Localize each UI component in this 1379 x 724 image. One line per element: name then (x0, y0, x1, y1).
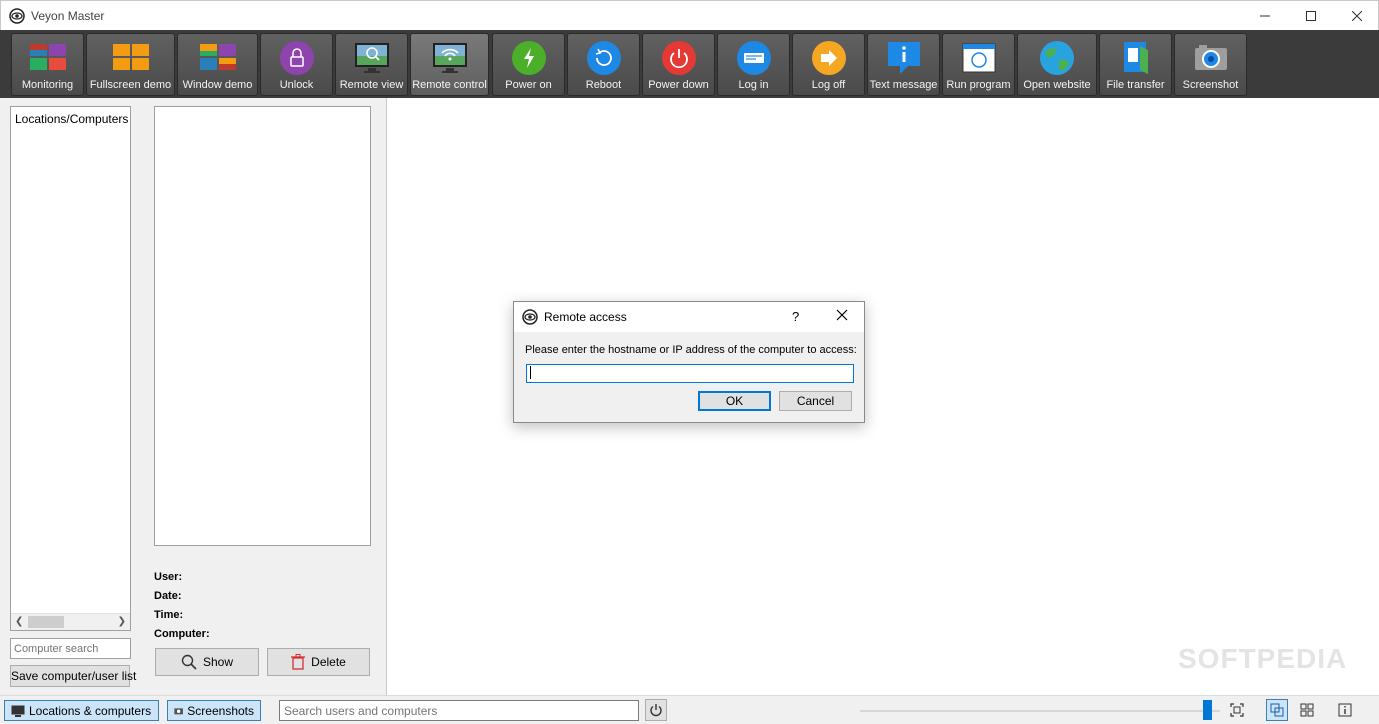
log-off-button[interactable]: Log off (792, 33, 865, 96)
search-icon (181, 654, 197, 670)
run-program-button[interactable]: Run program (942, 33, 1015, 96)
window-title: Veyon Master (31, 9, 105, 23)
text-message-button[interactable]: Text message (867, 33, 940, 96)
screenshot-list[interactable] (154, 106, 371, 546)
cancel-button[interactable]: Cancel (779, 391, 852, 411)
screenshot-button[interactable]: Screenshot (1174, 33, 1247, 96)
search-users-input[interactable] (279, 700, 639, 721)
locations-tab-label: Locations & computers (29, 703, 152, 718)
softpedia-watermark: SOFTPEDIA (1178, 643, 1348, 674)
remote-control-icon (432, 43, 467, 73)
close-icon (1352, 11, 1362, 21)
user-label: User: (154, 571, 183, 583)
tree-horizontal-scrollbar[interactable]: ❮ ❯ (11, 613, 130, 630)
monitoring-icon (29, 44, 66, 70)
reboot-button[interactable]: Reboot (567, 33, 640, 96)
window-demo-icon (199, 44, 236, 70)
minimize-button[interactable] (1242, 1, 1288, 31)
time-label: Time: (154, 609, 184, 621)
file-transfer-icon (1123, 42, 1148, 74)
close-window-button[interactable] (1334, 1, 1379, 31)
status-bar: Locations & computers Screenshots (0, 695, 1379, 724)
open-website-icon (1040, 41, 1074, 75)
locations-computers-toggle[interactable]: Locations & computers (4, 700, 159, 721)
scrollbar-thumb[interactable] (28, 616, 64, 628)
scroll-left-icon[interactable]: ❮ (15, 616, 23, 627)
help-button[interactable]: ? (792, 309, 799, 324)
camera-icon (174, 707, 183, 714)
align-computers-button[interactable] (1266, 699, 1288, 721)
dialog-prompt: Please enter the hostname or IP address … (525, 344, 857, 356)
power-down-button[interactable]: Power down (642, 33, 715, 96)
remote-view-button[interactable]: Remote view (335, 33, 408, 96)
dialog-title-bar: Remote access ? (514, 302, 864, 332)
align-icon (1270, 703, 1284, 717)
power-on-button[interactable]: Power on (492, 33, 565, 96)
date-label: Date: (154, 590, 182, 602)
power-on-icon (511, 41, 546, 75)
text-message-icon (887, 42, 920, 74)
fullscreen-demo-icon (112, 44, 149, 70)
run-program-icon (962, 43, 995, 73)
grid-icon (1300, 703, 1314, 717)
text-caret (530, 366, 531, 379)
close-icon[interactable] (834, 307, 850, 323)
locations-header: Locations/Computers (15, 112, 129, 126)
fullscreen-demo-button[interactable]: Fullscreen demo (86, 33, 175, 96)
auto-fit-button[interactable] (1226, 699, 1248, 721)
monitoring-button[interactable]: Monitoring (11, 33, 84, 96)
power-icon (650, 704, 662, 717)
window-demo-button[interactable]: Window demo (177, 33, 258, 96)
log-off-icon (811, 41, 846, 75)
file-transfer-button[interactable]: File transfer (1099, 33, 1172, 96)
screenshots-toggle[interactable]: Screenshots (167, 700, 261, 721)
open-website-button[interactable]: Open website (1017, 33, 1097, 96)
zoom-slider-track[interactable] (860, 710, 1220, 712)
scroll-right-icon[interactable]: ❯ (118, 616, 126, 627)
log-in-button[interactable]: Log in (717, 33, 790, 96)
minimize-icon (1260, 15, 1270, 17)
unlock-icon (279, 41, 314, 75)
reboot-icon (586, 41, 621, 75)
save-computer-list-button[interactable]: Save computer/user list (10, 665, 136, 687)
show-label: Show (202, 655, 234, 669)
remote-access-dialog: Remote access ? Please enter the hostnam… (513, 301, 865, 423)
power-down-icon (661, 41, 696, 75)
veyon-eye-icon (522, 309, 538, 325)
veyon-eye-icon (9, 8, 25, 24)
about-button[interactable] (1334, 699, 1356, 721)
info-icon (1338, 703, 1352, 717)
ok-button[interactable]: OK (698, 391, 771, 411)
delete-button[interactable]: Delete (267, 648, 370, 676)
computer-search-input[interactable] (10, 638, 131, 659)
remote-view-icon (354, 43, 389, 73)
title-bar: Veyon Master (0, 0, 1379, 30)
grid-view-button[interactable] (1296, 699, 1318, 721)
maximize-icon (1306, 11, 1316, 21)
maximize-button[interactable] (1288, 1, 1334, 31)
remote-control-button[interactable]: Remote control (410, 33, 489, 96)
computer-icon (11, 705, 25, 717)
screenshots-tab-label: Screenshots (187, 703, 254, 718)
screenshot-icon (1194, 45, 1227, 70)
feature-toolbar: Monitoring Fullscreen demo Window demo U… (0, 30, 1379, 98)
trash-icon (291, 654, 306, 670)
log-in-icon (736, 41, 771, 75)
locations-tree[interactable]: Locations/Computers ❮ ❯ (10, 106, 131, 631)
zoom-slider-thumb[interactable] (1203, 700, 1212, 720)
power-filter-button[interactable] (645, 699, 667, 721)
fit-screen-icon (1230, 703, 1244, 717)
computer-label: Computer: (154, 628, 210, 640)
unlock-button[interactable]: Unlock (260, 33, 333, 96)
delete-label: Delete (311, 655, 346, 669)
show-button[interactable]: Show (155, 648, 259, 676)
hostname-input[interactable] (526, 364, 854, 383)
dialog-title: Remote access (544, 310, 627, 324)
